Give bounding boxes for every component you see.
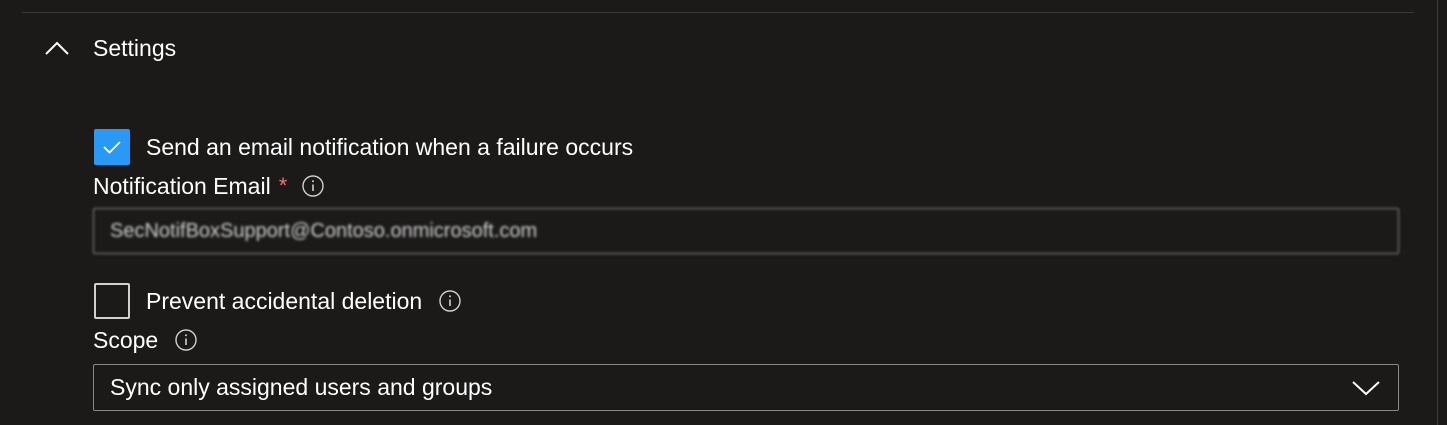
checkmark-icon xyxy=(103,141,121,154)
notification-email-input[interactable] xyxy=(93,208,1399,254)
email-notification-label: Send an email notification when a failur… xyxy=(146,133,634,160)
notification-email-label-row: Notification Email * xyxy=(93,170,325,202)
info-icon[interactable] xyxy=(301,174,325,198)
settings-panel: Settings Send an email notification when… xyxy=(0,0,1447,425)
scope-label: Scope xyxy=(93,326,159,353)
notification-email-label: Notification Email xyxy=(93,172,271,199)
info-icon[interactable] xyxy=(174,328,198,352)
prevent-deletion-label: Prevent accidental deletion xyxy=(146,287,423,314)
chevron-down-icon xyxy=(1350,376,1382,400)
scope-dropdown[interactable]: Sync only assigned users and groups xyxy=(93,364,1399,411)
required-marker: * xyxy=(278,173,288,198)
prevent-deletion-checkbox-row[interactable]: Prevent accidental deletion xyxy=(94,283,462,319)
section-divider xyxy=(22,12,1414,13)
chevron-up-icon xyxy=(40,28,74,68)
settings-section-toggle[interactable]: Settings xyxy=(40,28,176,68)
email-notification-checkbox[interactable] xyxy=(94,129,130,165)
prevent-deletion-checkbox[interactable] xyxy=(94,283,130,319)
section-title: Settings xyxy=(93,34,177,61)
scope-selected-value: Sync only assigned users and groups xyxy=(110,374,493,400)
info-icon[interactable] xyxy=(438,289,462,313)
email-notification-checkbox-row[interactable]: Send an email notification when a failur… xyxy=(94,129,633,165)
scope-label-row: Scope xyxy=(93,324,198,356)
